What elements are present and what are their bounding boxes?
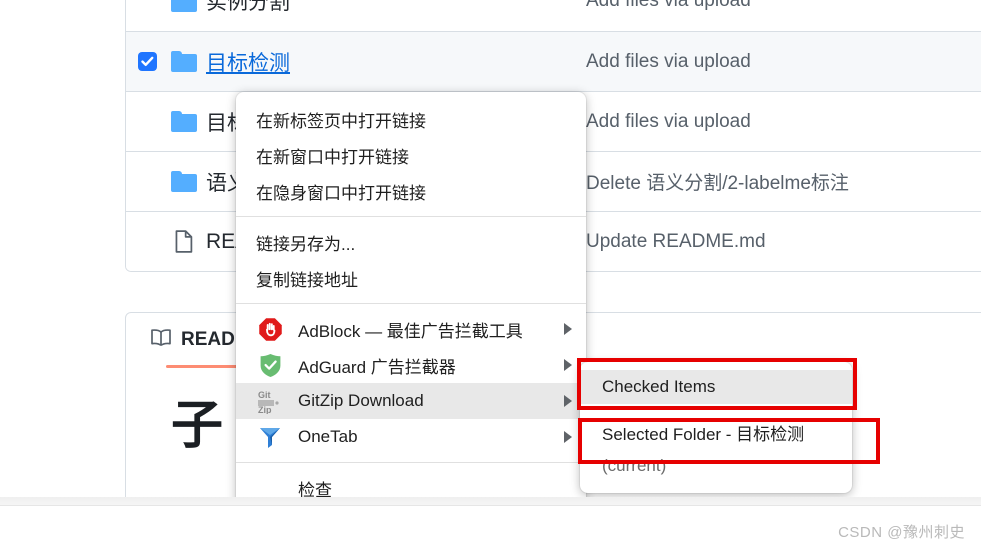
menu-item-label: 复制链接地址	[256, 270, 358, 290]
folder-icon	[162, 171, 206, 192]
svg-text:Zip: Zip	[258, 405, 272, 414]
menu-item-label: 在新窗口中打开链接	[256, 147, 409, 167]
commit-message[interactable]: Add files via upload	[586, 0, 981, 12]
menu-item-label: OneTab	[298, 427, 358, 446]
row-checkbox[interactable]	[132, 52, 162, 71]
menu-item-copy-link-address[interactable]: 复制链接地址	[236, 260, 586, 296]
svg-text:Git: Git	[258, 390, 271, 400]
commit-message[interactable]: Update README.md	[586, 231, 981, 253]
onetab-icon	[256, 423, 284, 451]
menu-item-onetab[interactable]: OneTab	[236, 419, 586, 455]
table-row[interactable]: 实例分割 Add files via upload	[126, 0, 981, 31]
folder-icon	[162, 0, 206, 12]
file-name-link[interactable]: 目标检测	[206, 52, 290, 75]
watermark: CSDN @豫州刺史	[838, 524, 965, 541]
adguard-icon	[256, 351, 284, 379]
folder-icon	[162, 51, 206, 72]
menu-item-label: AdGuard 广告拦截器	[298, 357, 456, 377]
menu-separator	[236, 216, 586, 217]
submenu-item-label: Selected Folder - 目标检测	[602, 424, 805, 444]
menu-separator	[236, 462, 586, 463]
submenu-item-current[interactable]: (current)	[580, 449, 852, 483]
file-name[interactable]: 目标检测	[206, 47, 586, 77]
file-icon	[162, 230, 206, 253]
adblock-icon	[256, 315, 284, 343]
menu-item-label: AdBlock — 最佳广告拦截工具	[298, 321, 523, 341]
book-icon	[150, 328, 172, 352]
browser-context-menu[interactable]: 在新标签页中打开链接 在新窗口中打开链接 在隐身窗口中打开链接 链接另存为...…	[236, 92, 586, 514]
checkbox-checked-icon[interactable]	[137, 52, 157, 71]
folder-icon	[162, 111, 206, 132]
menu-item-open-in-new-window[interactable]: 在新窗口中打开链接	[236, 137, 586, 173]
menu-item-open-in-incognito-window[interactable]: 在隐身窗口中打开链接	[236, 173, 586, 209]
commit-message[interactable]: Delete 语义分割/2-labelme标注	[586, 168, 981, 195]
menu-separator	[236, 303, 586, 304]
file-name[interactable]: 实例分割	[206, 0, 586, 16]
tab-readme[interactable]: READ	[150, 313, 271, 368]
submenu-item-checked-items[interactable]: Checked Items	[580, 370, 852, 404]
gitzip-icon: Git Zip	[256, 387, 284, 415]
submenu-arrow-icon	[564, 323, 572, 335]
submenu-item-label: (current)	[602, 456, 667, 475]
menu-item-open-in-new-tab[interactable]: 在新标签页中打开链接	[236, 101, 586, 137]
menu-item-adblock[interactable]: AdBlock — 最佳广告拦截工具	[236, 311, 586, 347]
submenu-separator	[580, 409, 852, 410]
submenu-item-selected-folder[interactable]: Selected Folder - 目标检测	[580, 415, 852, 449]
screenshot-root: 实例分割 Add files via upload 目标检测 Add files…	[0, 0, 981, 549]
submenu-arrow-icon	[564, 431, 572, 443]
commit-message[interactable]: Add files via upload	[586, 51, 981, 73]
submenu-item-label: Checked Items	[602, 377, 716, 396]
menu-item-save-link-as[interactable]: 链接另存为...	[236, 224, 586, 260]
menu-item-label: 链接另存为...	[256, 234, 356, 254]
commit-message[interactable]: Add files via upload	[586, 111, 981, 133]
menu-item-label: 在隐身窗口中打开链接	[256, 183, 426, 203]
page-footer-area	[0, 505, 981, 549]
menu-item-adguard[interactable]: AdGuard 广告拦截器	[236, 347, 586, 383]
gitzip-submenu[interactable]: Checked Items Selected Folder - 目标检测 (cu…	[580, 362, 852, 493]
submenu-arrow-icon	[564, 395, 572, 407]
menu-item-label: 在新标签页中打开链接	[256, 111, 426, 131]
submenu-arrow-icon	[564, 359, 572, 371]
table-row[interactable]: 目标检测 Add files via upload	[126, 31, 981, 91]
menu-item-gitzip-download[interactable]: Git Zip GitZip Download	[236, 383, 586, 419]
tab-readme-label: READ	[181, 328, 235, 350]
menu-item-label: GitZip Download	[298, 391, 424, 410]
